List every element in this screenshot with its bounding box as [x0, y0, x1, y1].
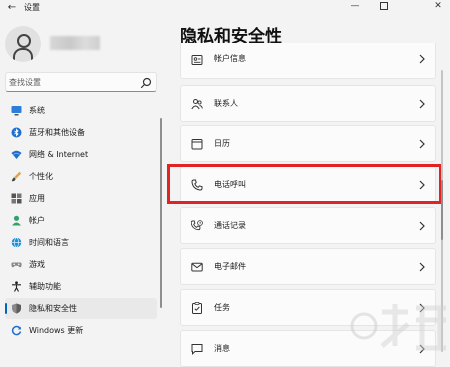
maximize-button[interactable] [373, 0, 395, 14]
contacts-icon [191, 99, 203, 110]
bluetooth-icon [11, 127, 22, 138]
card-label: 任务 [214, 303, 230, 312]
call-history-icon [191, 220, 203, 231]
search-box[interactable] [5, 72, 157, 92]
sidebar-item-label: Windows 更新 [29, 326, 84, 335]
accessibility-icon [12, 281, 21, 292]
highlight-box [167, 164, 442, 204]
chevron-right-icon [419, 139, 425, 149]
sidebar-item-bluetooth[interactable]: 蓝牙和其他设备 [5, 122, 157, 143]
brush-icon [11, 171, 22, 182]
sidebar-item-label: 隐私和安全性 [29, 304, 77, 313]
window-title: 设置 [24, 3, 40, 12]
mail-icon [191, 262, 203, 272]
sidebar-item-apps[interactable]: 应用 [5, 188, 157, 209]
sidebar-item-label: 蓝牙和其他设备 [29, 128, 85, 137]
apps-icon [11, 193, 22, 204]
sidebar-item-label: 游戏 [29, 260, 45, 269]
sidebar-item-label: 帐户 [29, 216, 45, 225]
sidebar-item-label: 时间和语言 [29, 238, 69, 247]
sidebar-item-label: 系统 [29, 106, 45, 115]
card-calendar[interactable]: 日历 [180, 125, 436, 162]
sidebar-item-label: 辅助功能 [29, 282, 61, 291]
card-label: 消息 [214, 344, 230, 353]
card-email[interactable]: 电子邮件 [180, 248, 436, 285]
search-input[interactable] [9, 74, 137, 90]
chevron-right-icon [419, 54, 425, 64]
sidebar-item-label: 网络 & Internet [29, 150, 89, 159]
tasks-icon [192, 302, 202, 314]
wifi-icon [11, 150, 22, 159]
sidebar-scrollbar[interactable] [160, 118, 162, 308]
card-label: 联系人 [214, 99, 238, 108]
chevron-right-icon [419, 221, 425, 231]
card-label: 日历 [214, 139, 230, 148]
sidebar-item-gaming[interactable]: 游戏 [5, 254, 157, 275]
sidebar-item-accounts[interactable]: 帐户 [5, 210, 157, 231]
sidebar-item-windows-update[interactable]: Windows 更新 [5, 320, 157, 341]
sidebar-item-label: 个性化 [29, 172, 53, 181]
search-icon[interactable] [140, 77, 152, 89]
card-contacts[interactable]: 联系人 [180, 85, 436, 122]
sidebar-item-accessibility[interactable]: 辅助功能 [5, 276, 157, 297]
username-redacted [50, 36, 100, 50]
calendar-icon [191, 139, 203, 150]
user-head-icon [17, 34, 31, 48]
maximize-icon [380, 1, 388, 10]
account-icon [12, 215, 21, 226]
card-label: 帐户信息 [214, 54, 246, 63]
shield-icon [12, 303, 21, 314]
chevron-right-icon [419, 99, 425, 109]
minimize-button[interactable]: — [344, 0, 366, 14]
gamepad-icon [11, 262, 22, 268]
sidebar-item-system[interactable]: 系统 [5, 100, 157, 121]
title-bar: ← 设置 — ✕ [0, 0, 450, 16]
sidebar-item-personalization[interactable]: 个性化 [5, 166, 157, 187]
sidebar-item-network[interactable]: 网络 & Internet [5, 144, 157, 165]
globe-clock-icon [11, 237, 22, 248]
user-shoulders-icon [13, 48, 33, 62]
update-icon [11, 325, 22, 336]
avatar[interactable] [5, 26, 41, 62]
sidebar-item-privacy-security[interactable]: 隐私和安全性 [5, 298, 157, 319]
card-label: 电子邮件 [214, 262, 246, 271]
account-info-icon [191, 55, 203, 65]
chevron-right-icon [419, 262, 425, 272]
scrollbar-thumb[interactable] [441, 180, 443, 240]
sidebar-item-label: 应用 [29, 194, 45, 203]
back-arrow-icon[interactable]: ← [5, 1, 19, 15]
card-label: 通话记录 [214, 221, 246, 230]
card-call-history[interactable]: 通话记录 [180, 207, 436, 244]
system-icon [11, 106, 22, 116]
message-icon [191, 344, 203, 355]
sidebar-item-time-language[interactable]: 时间和语言 [5, 232, 157, 253]
close-button[interactable]: ✕ [427, 0, 449, 14]
watermark-logo [350, 304, 446, 351]
card-account-info[interactable]: 帐户信息 [180, 43, 436, 79]
